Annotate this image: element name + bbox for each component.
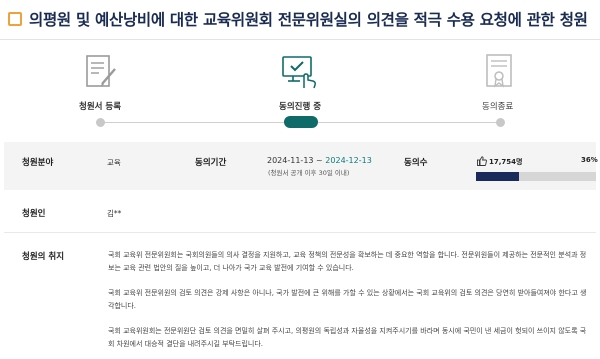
petitioner-value: 김** xyxy=(107,209,122,218)
certificate-icon xyxy=(486,54,512,88)
field-value: 교육 xyxy=(107,158,121,167)
purpose-paragraph: 국회 교육위원회는 전문위원단 검토 의견을 면밀히 살펴 주시고, 의평원의 … xyxy=(108,327,587,348)
agree-progress-fill xyxy=(476,172,520,181)
step-current-indicator xyxy=(284,116,318,128)
petitioner-row: 청원인 김** xyxy=(4,190,596,233)
purpose-paragraph: 국회 교육위 전문위원의 검토 의견은 강제 사항은 아니나, 국가 발전에 큰… xyxy=(108,289,587,310)
petition-info: 청원분야 교육 동의기간 2024-11-13 ~ 2024-12-13 (청원… xyxy=(4,142,598,359)
agree-progress-bar xyxy=(476,172,596,181)
agree-label: 동의수 xyxy=(404,158,428,168)
period-note: (청원서 공개 이후 30일 이내) xyxy=(268,169,350,177)
purpose-paragraph: 국회 교육위 전문위원회는 국회의원들의 의사 결정을 지원하고, 교육 정책의… xyxy=(108,251,587,272)
period-label: 동의기간 xyxy=(195,158,227,168)
title-bar: 의평원 및 예산낭비에 대한 교육위원회 전문위원실의 의견을 적극 수용 요청… xyxy=(0,0,600,40)
period-end: 2024-12-13 xyxy=(325,156,372,165)
checkbox-icon xyxy=(8,12,22,26)
purpose-row: 청원의 취지 국회 교육위 전문위원회는 국회의원들의 의사 결정을 지원하고,… xyxy=(4,233,596,359)
period-separator: ~ xyxy=(313,156,326,165)
step-dot-registered xyxy=(96,118,105,127)
step-label-registered: 청원서 등록 xyxy=(79,102,122,112)
step-dot-closed xyxy=(496,118,505,127)
step-label-in-progress: 동의진행 중 xyxy=(279,102,322,112)
period-range: 2024-11-13 ~ 2024-12-13 xyxy=(267,156,372,165)
field-label: 청원분야 xyxy=(22,158,54,168)
step-label-closed: 동의종료 xyxy=(482,102,514,112)
purpose-label: 청원의 취지 xyxy=(22,252,65,262)
thumbs-up-icon xyxy=(477,156,487,166)
agree-percent: 36% xyxy=(581,156,598,164)
petitioner-label: 청원인 xyxy=(22,209,46,219)
computer-check-icon xyxy=(282,56,316,89)
summary-row: 청원분야 교육 동의기간 2024-11-13 ~ 2024-12-13 (청원… xyxy=(4,142,598,190)
progress-steps: 청원서 등록 동의진행 중 동의종료 xyxy=(0,40,600,132)
form-icon xyxy=(86,55,116,87)
period-start: 2024-11-13 xyxy=(267,156,314,165)
page-title: 의평원 및 예산낭비에 대한 교육위원회 전문위원실의 의견을 적극 수용 요청… xyxy=(29,11,588,29)
agree-count: 17,754명 xyxy=(489,158,523,166)
